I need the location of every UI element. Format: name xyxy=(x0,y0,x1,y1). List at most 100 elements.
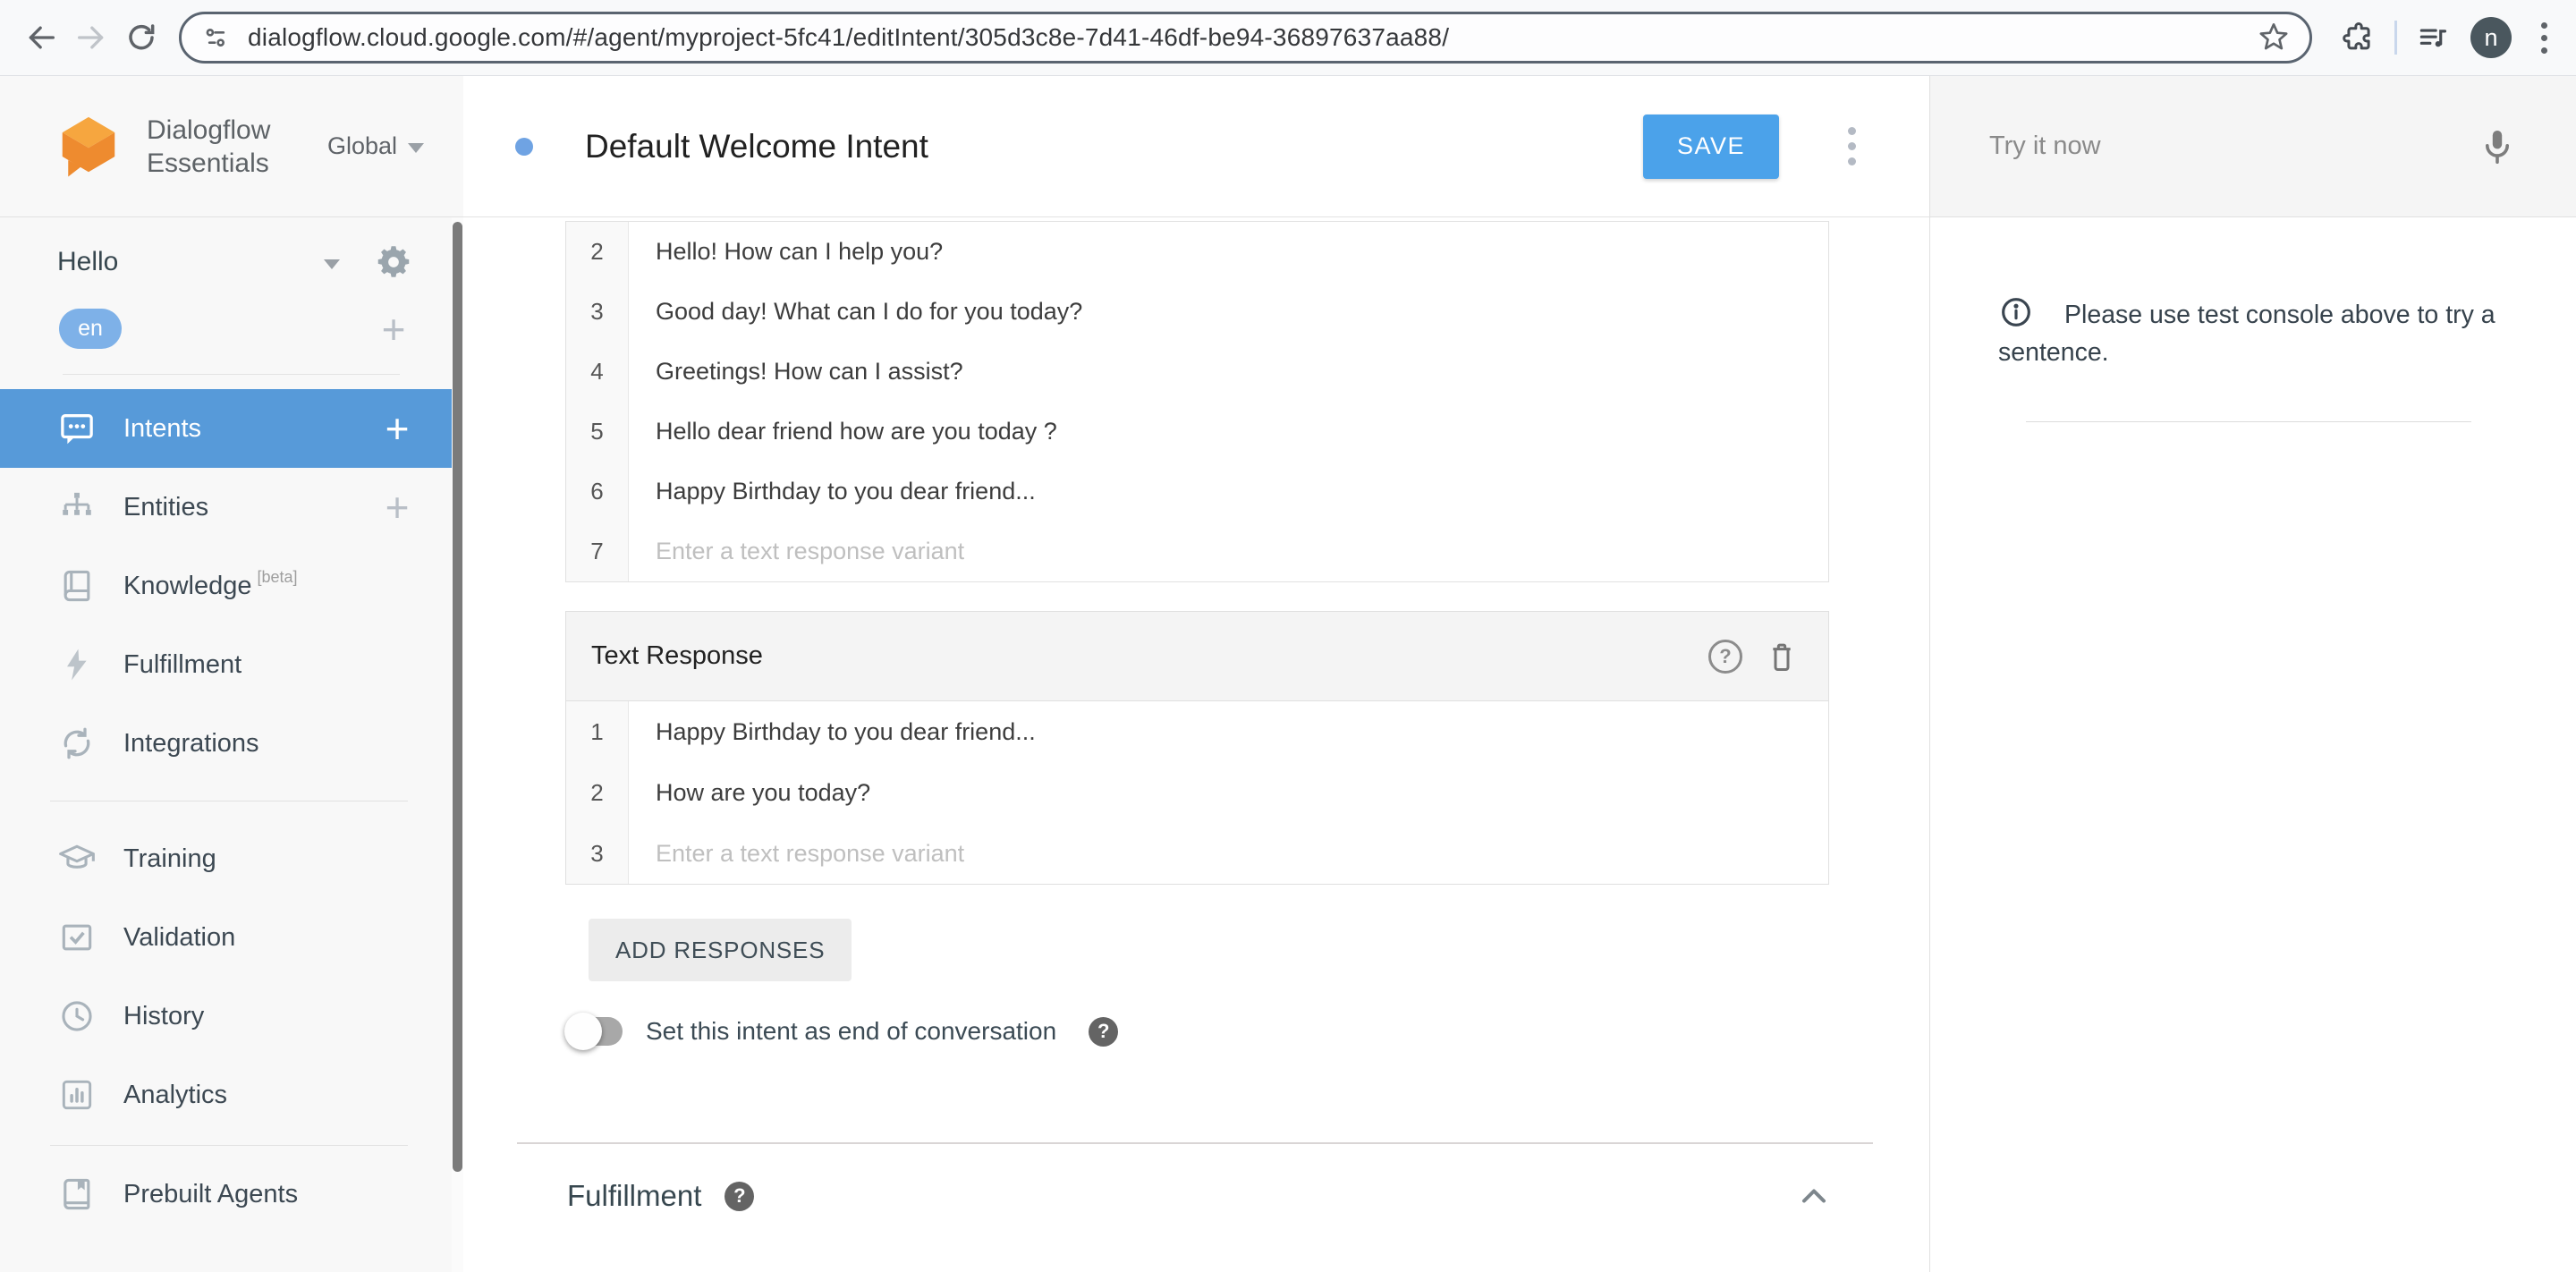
forward-icon[interactable] xyxy=(66,13,116,63)
response-text[interactable]: Good day! What can I do for you today? xyxy=(629,282,1828,342)
profile-avatar[interactable]: n xyxy=(2470,17,2512,58)
delete-trash-icon[interactable] xyxy=(1764,639,1800,674)
dialogflow-console-screen: dialogflow.cloud.google.com/#/agent/mypr… xyxy=(0,0,2576,1272)
response-text[interactable]: Hello dear friend how are you today ? xyxy=(629,402,1828,462)
try-it-now-input[interactable] xyxy=(1987,131,2460,162)
response-text[interactable]: Greetings! How can I assist? xyxy=(629,342,1828,402)
row-number: 2 xyxy=(566,762,629,823)
response-row: 4 Greetings! How can I assist? xyxy=(566,342,1828,402)
fulfillment-title: Fulfillment xyxy=(567,1179,702,1212)
sidebar-item-label: Validation xyxy=(123,922,236,952)
sync-icon xyxy=(57,724,97,763)
agent-name: Hello xyxy=(57,247,119,276)
response-text[interactable]: Happy Birthday to you dear friend... xyxy=(629,701,1828,762)
help-icon[interactable]: ? xyxy=(1708,639,1742,674)
back-icon[interactable] xyxy=(16,13,66,63)
sidebar-item-label: Analytics xyxy=(123,1080,228,1109)
browser-menu-icon[interactable] xyxy=(2526,14,2562,61)
help-icon[interactable]: ? xyxy=(724,1181,755,1211)
sidebar: Dialogflow Essentials Global Hello en + xyxy=(0,76,463,1272)
response-variant-list: 2 Hello! How can I help you? 3 Good day!… xyxy=(565,221,1829,582)
beta-badge: [beta] xyxy=(257,567,298,586)
fulfillment-section-header[interactable]: Fulfillment ? xyxy=(567,1176,1848,1216)
sidebar-item-history[interactable]: History xyxy=(0,977,463,1056)
add-language-icon[interactable]: + xyxy=(374,309,413,350)
sidebar-item-label: Fulfillment xyxy=(123,649,242,679)
graduation-cap-icon xyxy=(57,839,97,878)
sidebar-item-entities[interactable]: Entities + xyxy=(0,468,463,547)
test-console-body: Please use test console above to try a s… xyxy=(1930,217,2576,422)
console-hint-text: Please use test console above to try a s… xyxy=(1998,301,2496,367)
sidebar-item-prebuilt-agents[interactable]: Prebuilt Agents xyxy=(0,1155,463,1234)
sidebar-item-validation[interactable]: Validation xyxy=(0,898,463,977)
sidebar-item-fulfillment[interactable]: Fulfillment xyxy=(0,625,463,704)
response-text[interactable]: How are you today? xyxy=(629,762,1828,823)
sidebar-menu: Intents + Entities + Knowledge [beta] Fu… xyxy=(0,389,463,1234)
toggle-knob[interactable] xyxy=(564,1013,602,1050)
sidebar-item-intents[interactable]: Intents + xyxy=(0,389,463,468)
text-response-header: Text Response ? xyxy=(566,612,1828,701)
site-settings-icon[interactable] xyxy=(201,22,232,53)
sidebar-item-label: Training xyxy=(123,844,216,873)
brand-name: Dialogflow Essentials xyxy=(147,114,270,180)
help-icon[interactable]: ? xyxy=(1089,1016,1119,1047)
region-selector[interactable]: Global xyxy=(327,132,424,160)
row-number: 6 xyxy=(566,462,629,522)
intent-status-dot xyxy=(515,137,533,156)
scrollbar-thumb[interactable] xyxy=(453,222,462,1172)
sidebar-item-label: History xyxy=(123,1001,205,1030)
sidebar-item-label: Knowledge xyxy=(123,571,252,600)
intent-editor: Default Welcome Intent SAVE 2 Hello! How… xyxy=(463,76,1929,1272)
text-response-title: Text Response xyxy=(591,641,763,670)
response-text[interactable]: Happy Birthday to you dear friend... xyxy=(629,462,1828,522)
intent-title[interactable]: Default Welcome Intent xyxy=(585,128,1643,165)
browser-toolbar: dialogflow.cloud.google.com/#/agent/mypr… xyxy=(0,0,2576,76)
sitemap-icon xyxy=(57,488,97,527)
response-input-placeholder[interactable]: Enter a text response variant xyxy=(629,823,1828,884)
url-bar[interactable]: dialogflow.cloud.google.com/#/agent/mypr… xyxy=(179,12,2312,64)
brand-row: Dialogflow Essentials Global xyxy=(0,76,463,217)
clock-icon xyxy=(57,996,97,1036)
extensions-icon[interactable] xyxy=(2335,14,2382,61)
add-entity-icon[interactable]: + xyxy=(377,487,417,528)
response-row: 7 Enter a text response variant xyxy=(566,522,1828,581)
chevron-up-icon[interactable] xyxy=(1794,1176,1834,1216)
row-number: 3 xyxy=(566,282,629,342)
reload-icon[interactable] xyxy=(116,13,166,63)
save-button[interactable]: SAVE xyxy=(1643,114,1779,179)
url-text[interactable]: dialogflow.cloud.google.com/#/agent/mypr… xyxy=(248,23,2256,52)
console-divider xyxy=(2026,421,2471,422)
test-console-panel: Please use test console above to try a s… xyxy=(1929,76,2576,1272)
response-row: 6 Happy Birthday to you dear friend... xyxy=(566,462,1828,522)
intent-body: 2 Hello! How can I help you? 3 Good day!… xyxy=(463,217,1929,1216)
row-number: 7 xyxy=(566,522,629,581)
agent-selector[interactable]: Hello xyxy=(57,242,413,282)
sidebar-scrollbar[interactable] xyxy=(452,217,463,1272)
row-number: 2 xyxy=(566,222,629,282)
end-of-conversation-toggle[interactable] xyxy=(564,1013,623,1050)
sidebar-item-label: Intents xyxy=(123,413,202,443)
add-responses-button[interactable]: ADD RESPONSES xyxy=(589,919,852,981)
agent-chevron-down-icon[interactable] xyxy=(324,259,340,269)
sidebar-divider xyxy=(63,374,400,375)
sidebar-item-training[interactable]: Training xyxy=(0,819,463,898)
response-input-placeholder[interactable]: Enter a text response variant xyxy=(629,522,1828,581)
row-number: 3 xyxy=(566,823,629,884)
bookmark-star-icon[interactable] xyxy=(2256,20,2292,55)
add-intent-icon[interactable]: + xyxy=(377,408,417,449)
response-text[interactable]: Hello! How can I help you? xyxy=(629,222,1828,282)
checkbox-icon xyxy=(57,918,97,957)
sidebar-item-integrations[interactable]: Integrations xyxy=(0,704,463,783)
microphone-icon[interactable] xyxy=(2476,125,2519,168)
sidebar-item-analytics[interactable]: Analytics xyxy=(0,1056,463,1134)
media-controls-icon[interactable] xyxy=(2410,14,2456,61)
agent-settings-gear-icon[interactable] xyxy=(374,242,413,282)
sidebar-item-knowledge[interactable]: Knowledge [beta] xyxy=(0,547,463,625)
end-of-conversation-row: Set this intent as end of conversation ? xyxy=(564,1012,1929,1051)
bookmark-book-icon xyxy=(57,1174,97,1214)
intent-menu-icon[interactable] xyxy=(1836,120,1867,174)
row-number: 4 xyxy=(566,342,629,402)
brand-line1: Dialogflow xyxy=(147,114,271,145)
app-body: Dialogflow Essentials Global Hello en + xyxy=(0,76,2576,1272)
language-chip[interactable]: en xyxy=(59,309,122,349)
